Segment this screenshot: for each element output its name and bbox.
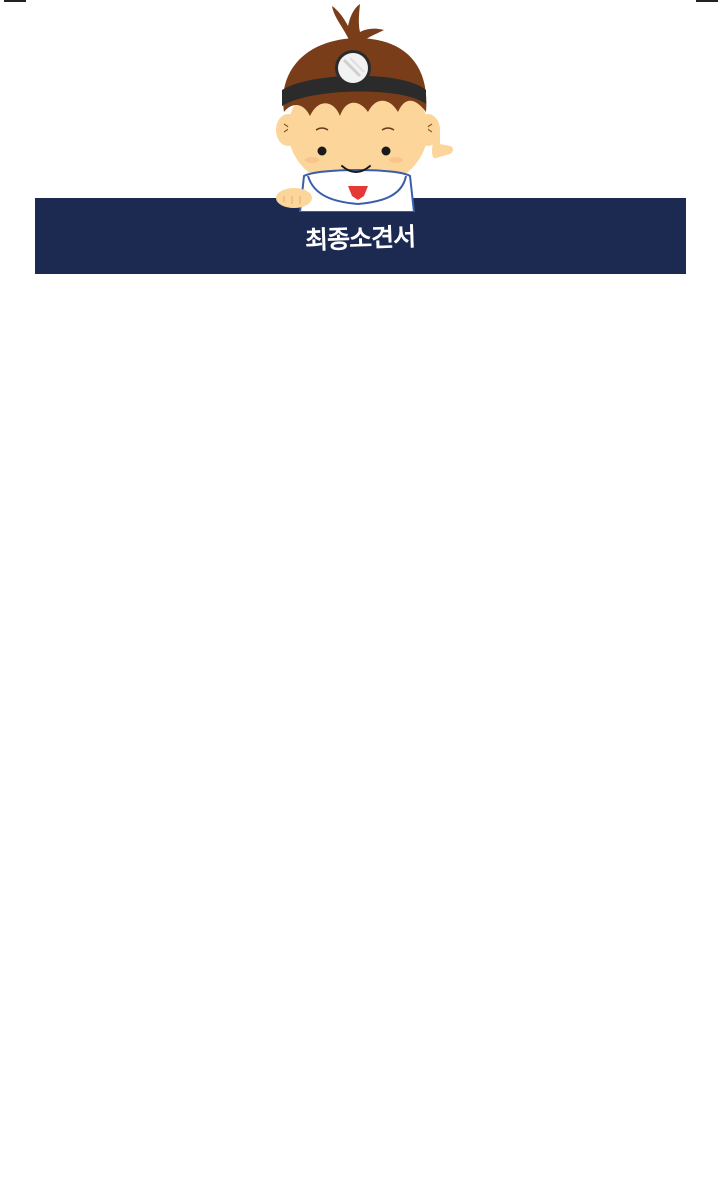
page-title: 최종소견서 bbox=[305, 222, 417, 255]
report-content-area bbox=[35, 274, 686, 1154]
doctor-mascot-icon bbox=[276, 4, 453, 212]
top-right-edge-mark bbox=[696, 0, 718, 2]
top-left-edge-mark bbox=[4, 0, 26, 2]
